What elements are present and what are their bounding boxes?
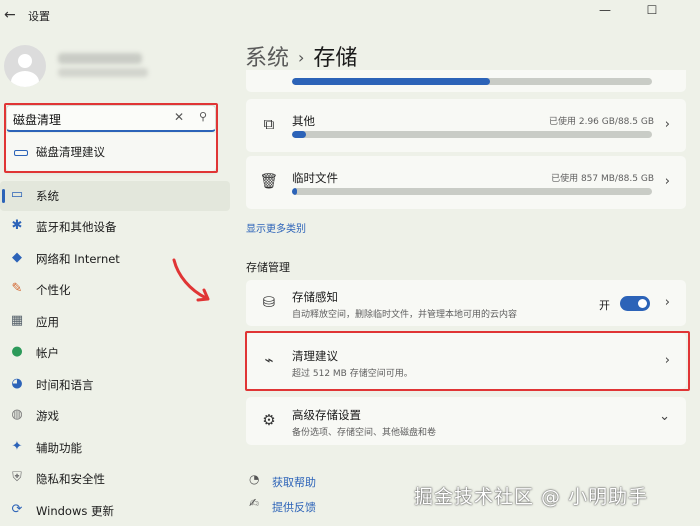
- show-more-categories-link[interactable]: 显示更多类别: [246, 220, 306, 235]
- category-usage-fill: [292, 188, 298, 195]
- breadcrumb: 系统 › 存储: [245, 40, 357, 72]
- sidebar-item-label: 帐户: [36, 346, 59, 360]
- annotation-arrow-icon: [172, 258, 210, 302]
- minimize-button[interactable]: —: [592, 2, 618, 18]
- monitor-icon: ▭: [10, 187, 24, 202]
- wifi-icon: ◆: [12, 250, 22, 265]
- selected-indicator: [2, 189, 5, 203]
- sidebar-item[interactable]: ⟳ Windows 更新: [0, 496, 230, 526]
- category-usage: 已使用 2.96 GB/88.5 GB: [549, 117, 654, 127]
- section-title: 存储管理: [246, 261, 290, 274]
- bluetooth-icon: ✱: [11, 218, 23, 233]
- sidebar-item-label: 蓝牙和其他设备: [36, 220, 117, 234]
- category-usage: 已使用 857 MB/88.5 GB: [551, 174, 654, 184]
- storage-sense-toggle[interactable]: [620, 296, 650, 311]
- apps-icon: ▦: [10, 313, 24, 328]
- page-title: 存储: [313, 46, 358, 71]
- sidebar-item[interactable]: ◕ 时间和语言: [0, 370, 230, 400]
- sidebar-item[interactable]: ▭ 系统: [0, 181, 230, 211]
- avatar[interactable]: [4, 45, 46, 87]
- sidebar-item-label: 系统: [36, 189, 59, 203]
- storage-sense-desc: 自动释放空间，删除临时文件，并管理本地可用的云内容: [292, 310, 518, 320]
- sidebar-item-label: 个性化: [36, 283, 71, 297]
- category-usage-bar: [292, 131, 652, 138]
- advanced-storage-row[interactable]: ⚙ 高级存储设置 备份选项、存储空间、其他磁盘和卷 ⌄: [246, 397, 686, 445]
- advanced-desc: 备份选项、存储空间、其他磁盘和卷: [292, 428, 437, 438]
- avatar-head-shape: [18, 54, 32, 68]
- back-arrow-icon[interactable]: ←: [4, 7, 20, 23]
- storage-summary-card: [246, 70, 686, 92]
- sidebar-item-label: 游戏: [36, 409, 59, 423]
- toggle-label: 开: [599, 299, 610, 312]
- avatar-body-shape: [11, 71, 39, 87]
- category-usage-fill: [292, 131, 307, 138]
- sidebar-item[interactable]: ▦ 应用: [0, 307, 230, 337]
- breadcrumb-separator: ›: [298, 48, 305, 67]
- sidebar-item-label: 辅助功能: [36, 441, 82, 455]
- get-help-link[interactable]: 获取帮助: [272, 474, 316, 490]
- breadcrumb-parent[interactable]: 系统: [245, 46, 289, 71]
- sidebar-item-label: 网络和 Internet: [36, 252, 120, 266]
- chevron-right-icon: ›: [664, 295, 670, 310]
- category-usage-bar: [292, 188, 652, 195]
- drive-icon: ⛁: [262, 293, 276, 311]
- highlight-box-cleanup: [245, 331, 690, 391]
- sidebar-item-label: 时间和语言: [36, 378, 94, 392]
- storage-sense-row[interactable]: ⛁ 存储感知 自动释放空间，删除临时文件，并管理本地可用的云内容 开 ›: [246, 280, 686, 326]
- accessibility-icon: ✦: [11, 439, 23, 454]
- brush-icon: ✎: [11, 281, 23, 296]
- account-icon: ●: [11, 344, 23, 359]
- window-title: 设置: [28, 10, 50, 23]
- gear-icon: ⚙: [262, 411, 276, 429]
- title-bar: ← 设置 — ☐: [0, 0, 700, 32]
- trash-icon: 🗑: [259, 172, 279, 190]
- storage-usage-fill: [292, 78, 490, 85]
- gamepad-icon: ◍: [11, 407, 23, 422]
- sidebar-item[interactable]: ✱ 蓝牙和其他设备: [0, 212, 230, 242]
- category-title: 其他: [292, 114, 315, 128]
- storage-usage-bar: [292, 78, 652, 85]
- advanced-title: 高级存储设置: [292, 408, 361, 422]
- sidebar-item-label: Windows 更新: [36, 504, 114, 518]
- category-title: 临时文件: [292, 171, 338, 185]
- maximize-button[interactable]: ☐: [639, 2, 665, 18]
- watermark: 掘金技术社区 @ 小明助手: [414, 486, 649, 508]
- blurred-email: [58, 68, 148, 77]
- chevron-right-icon: ›: [664, 174, 670, 189]
- sidebar-item[interactable]: ● 帐户: [0, 338, 230, 368]
- sidebar-item[interactable]: ✦ 辅助功能: [0, 433, 230, 463]
- chevron-right-icon: ›: [664, 117, 670, 132]
- feedback-icon: ✍: [249, 496, 260, 510]
- sidebar-item-label: 隐私和安全性: [36, 472, 105, 486]
- highlight-box-search: [4, 103, 218, 173]
- category-card-temp[interactable]: 🗑 临时文件 已使用 857 MB/88.5 GB ›: [246, 156, 686, 209]
- blurred-username: [58, 53, 142, 64]
- help-icon: ◔: [249, 472, 260, 486]
- update-icon: ⟳: [11, 502, 23, 517]
- feedback-link[interactable]: 提供反馈: [272, 499, 316, 515]
- sidebar-item-label: 应用: [36, 315, 59, 329]
- globe-clock-icon: ◕: [11, 376, 23, 391]
- chevron-down-icon: ⌄: [659, 409, 670, 424]
- copy-icon: ⧉: [263, 115, 275, 133]
- sidebar-item[interactable]: ◍ 游戏: [0, 401, 230, 431]
- category-card-other[interactable]: ⧉ 其他 已使用 2.96 GB/88.5 GB ›: [246, 99, 686, 152]
- storage-sense-title: 存储感知: [292, 290, 338, 304]
- sidebar-item[interactable]: ⛨ 隐私和安全性: [0, 464, 230, 494]
- toggle-knob: [638, 299, 647, 308]
- shield-icon: ⛨: [12, 470, 22, 485]
